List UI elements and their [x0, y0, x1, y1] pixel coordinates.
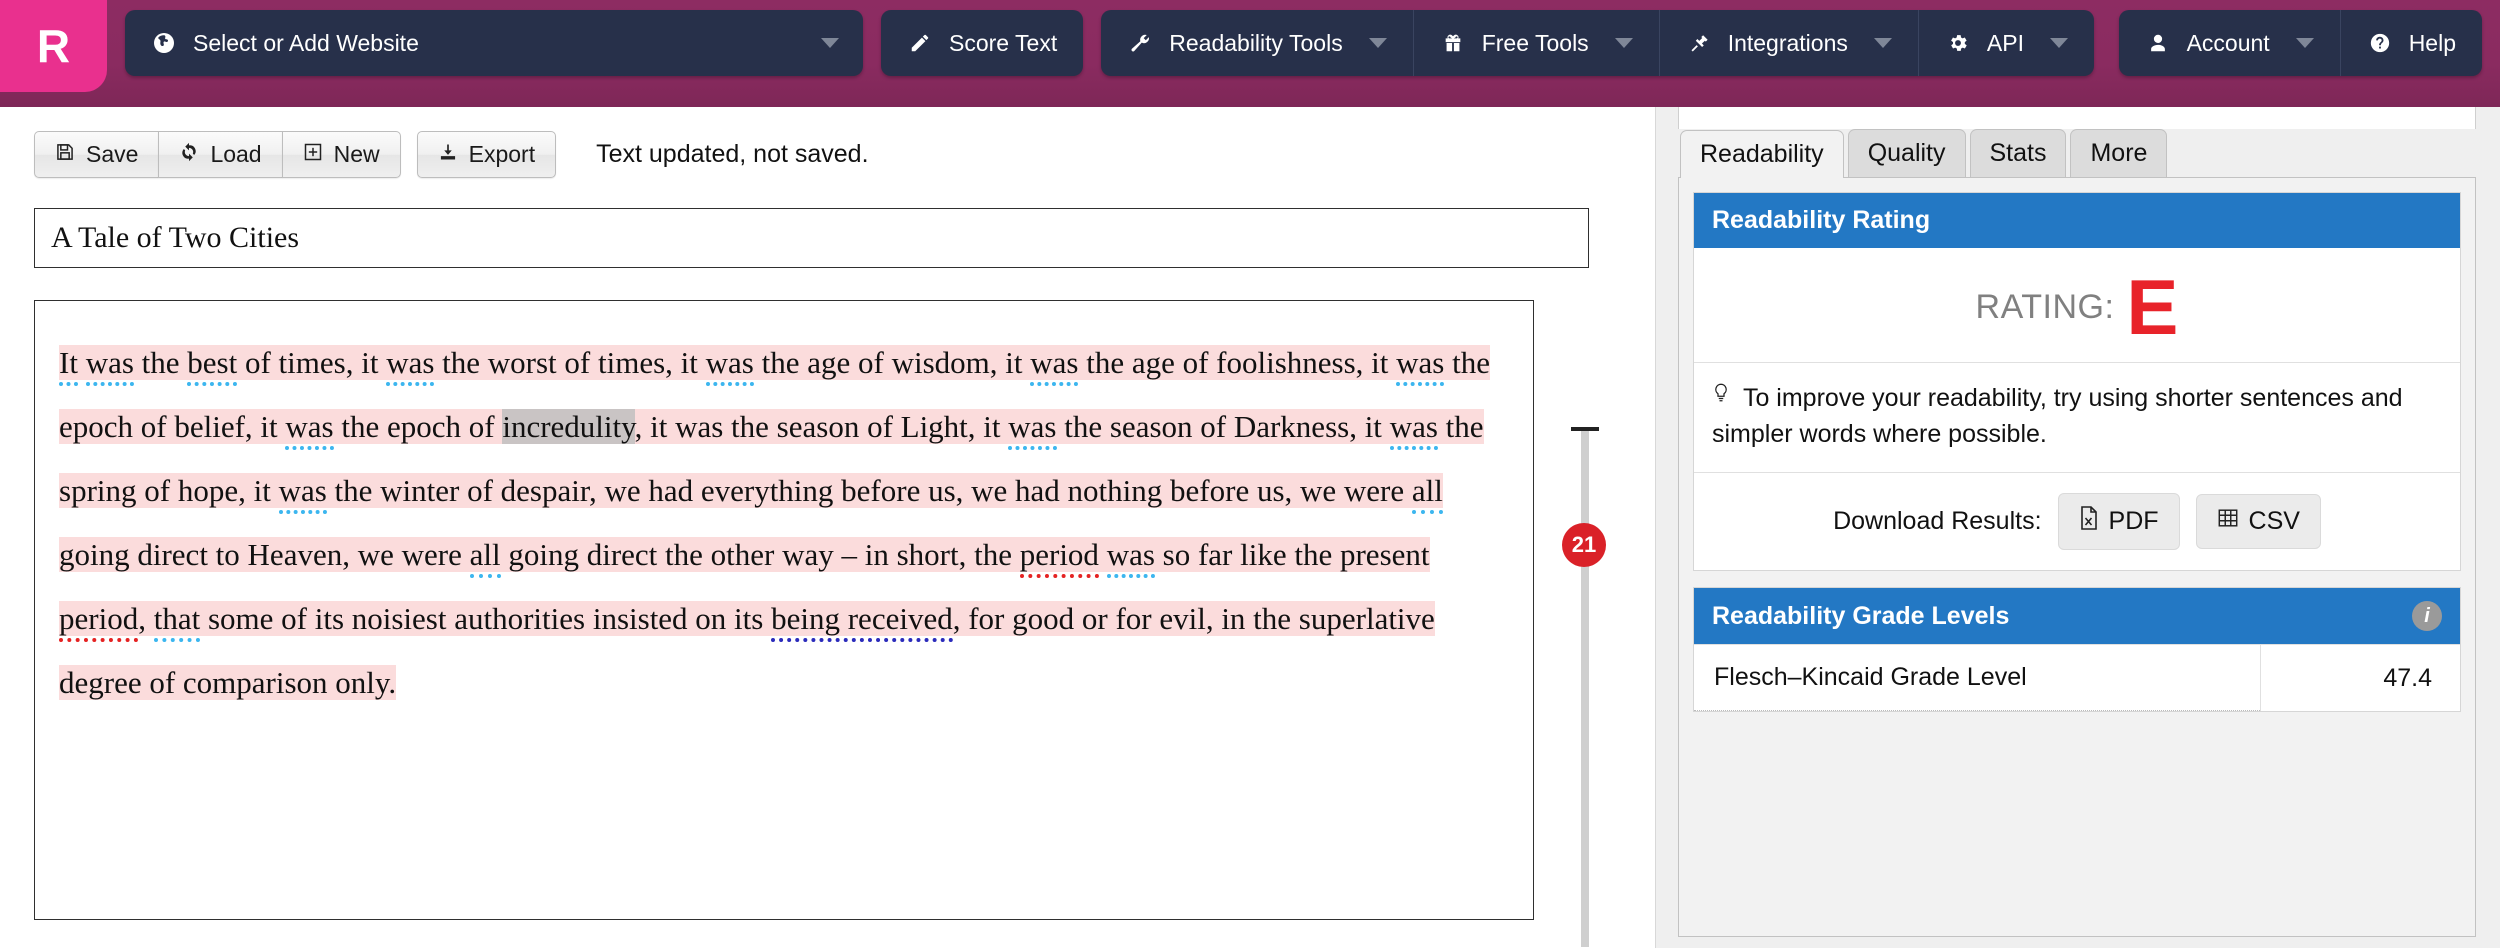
top-navigation-bar: R Select or Add Website Score Text Reada…	[0, 0, 2500, 107]
readability-rating-card: Readability Rating RATING: E To improve …	[1693, 192, 2461, 572]
table-row: Flesch–Kincaid Grade Level 47.4	[1694, 644, 2460, 712]
download-results-row: Download Results: PDF CSV	[1694, 473, 2460, 570]
plus-square-icon	[303, 141, 323, 168]
account-button[interactable]: Account	[2119, 10, 2341, 76]
integrations-label: Integrations	[1727, 29, 1848, 56]
export-button[interactable]: Export	[416, 131, 557, 178]
document-title-input[interactable]: A Tale of Two Cities	[34, 208, 1589, 268]
wrench-icon	[1127, 32, 1153, 54]
chevron-down-icon	[1614, 38, 1633, 48]
rating-display: RATING: E	[1694, 248, 2460, 364]
tab-more-label: More	[2090, 139, 2148, 167]
editor-pane: Save Load New Export Text updated, not s…	[0, 107, 1655, 948]
account-label: Account	[2186, 29, 2270, 56]
free-tools-button[interactable]: Free Tools	[1414, 10, 1660, 76]
editor-toolbar: Save Load New Export Text updated, not s…	[0, 107, 1655, 178]
lightbulb-icon	[1712, 383, 1737, 412]
grade-name: Flesch–Kincaid Grade Level	[1694, 645, 2260, 712]
info-icon[interactable]: i	[2412, 601, 2442, 632]
document-body: It was the best of times, it was the wor…	[59, 345, 1490, 700]
tab-quality-label: Quality	[1867, 139, 1946, 167]
nav-group-score: Score Text	[881, 10, 1084, 76]
score-text-label: Score Text	[949, 29, 1058, 56]
pdf-file-icon	[2079, 506, 2099, 537]
gear-icon	[1945, 32, 1971, 54]
grade-value: 47.4	[2260, 645, 2460, 712]
chevron-down-icon	[2295, 38, 2314, 48]
tab-more[interactable]: More	[2070, 129, 2168, 177]
save-button[interactable]: Save	[34, 131, 159, 178]
rating-value: E	[2126, 263, 2179, 351]
export-label: Export	[468, 141, 536, 167]
help-button[interactable]: Help	[2341, 10, 2482, 76]
floppy-disk-icon	[55, 141, 75, 168]
api-label: API	[1986, 29, 2024, 56]
load-label: Load	[210, 141, 262, 167]
download-results-label: Download Results:	[1833, 507, 2042, 536]
issue-marker-rail[interactable]: 21	[1562, 427, 1606, 947]
readability-tip: To improve your readability, try using s…	[1694, 363, 2460, 474]
results-tabs: Readability Quality Stats More	[1678, 107, 2500, 178]
issue-count-badge[interactable]: 21	[1562, 523, 1606, 567]
user-icon	[2145, 32, 2171, 54]
plug-icon	[1686, 32, 1712, 54]
download-pdf-label: PDF	[2108, 507, 2159, 536]
api-button[interactable]: API	[1919, 10, 2094, 76]
readability-rating-header: Readability Rating	[1694, 193, 2460, 248]
chevron-down-icon	[2049, 38, 2068, 48]
rail-track[interactable]	[1581, 431, 1589, 947]
load-button[interactable]: Load	[158, 131, 282, 178]
rating-label: RATING:	[1975, 287, 2115, 326]
refresh-icon	[179, 141, 199, 168]
chevron-down-icon	[1368, 38, 1387, 48]
results-sidebar: Readability Quality Stats More Readabili…	[1655, 107, 2500, 948]
nav-group-account: Account Help	[2118, 10, 2482, 76]
integrations-button[interactable]: Integrations	[1660, 10, 1919, 76]
tab-stats[interactable]: Stats	[1969, 129, 2067, 177]
logo-letter: R	[36, 20, 71, 72]
download-icon	[438, 141, 458, 168]
download-csv-button[interactable]: CSV	[2195, 494, 2321, 550]
file-actions-group: Save Load New	[34, 131, 401, 178]
free-tools-label: Free Tools	[1481, 29, 1589, 56]
grade-levels-title: Readability Grade Levels	[1712, 601, 2010, 630]
nav-group-tools: Readability Tools Free Tools Integration…	[1101, 10, 2094, 76]
main-content-area: Save Load New Export Text updated, not s…	[0, 107, 2500, 948]
results-panel: Readability Rating RATING: E To improve …	[1678, 177, 2476, 937]
readability-tools-label: Readability Tools	[1169, 29, 1343, 56]
new-label: New	[333, 141, 380, 167]
tab-quality[interactable]: Quality	[1847, 129, 1966, 177]
new-button[interactable]: New	[281, 131, 401, 178]
help-label: Help	[2408, 29, 2456, 56]
save-label: Save	[86, 141, 139, 167]
readability-grade-levels-card: Readability Grade Levels i Flesch–Kincai…	[1693, 587, 2461, 713]
gift-icon	[1440, 32, 1466, 54]
chevron-down-icon	[1873, 38, 1892, 48]
question-circle-icon	[2367, 32, 2393, 54]
pencil-icon	[907, 32, 933, 54]
download-pdf-button[interactable]: PDF	[2057, 493, 2180, 551]
status-message: Text updated, not saved.	[596, 140, 869, 168]
document-title-value: A Tale of Two Cities	[51, 221, 300, 254]
tab-readability-label: Readability	[1700, 140, 1824, 168]
tab-stats-label: Stats	[1989, 139, 2047, 167]
globe-icon	[151, 31, 177, 55]
readability-rating-title: Readability Rating	[1712, 206, 1931, 234]
tab-readability[interactable]: Readability	[1680, 130, 1844, 178]
readability-tools-button[interactable]: Readability Tools	[1101, 10, 1414, 76]
nav-group-website: Select or Add Website	[125, 10, 863, 76]
chevron-down-icon	[821, 38, 839, 48]
table-grid-icon	[2217, 507, 2239, 536]
readability-tip-text: To improve your readability, try using s…	[1712, 384, 2403, 448]
text-editor-area[interactable]: It was the best of times, it was the wor…	[34, 300, 1534, 920]
score-text-button[interactable]: Score Text	[881, 10, 1083, 76]
website-selector-button[interactable]: Select or Add Website	[125, 10, 863, 76]
grade-levels-header: Readability Grade Levels i	[1694, 588, 2460, 645]
app-logo[interactable]: R	[0, 0, 107, 92]
website-selector-label: Select or Add Website	[193, 29, 419, 56]
download-csv-label: CSV	[2248, 507, 2300, 536]
